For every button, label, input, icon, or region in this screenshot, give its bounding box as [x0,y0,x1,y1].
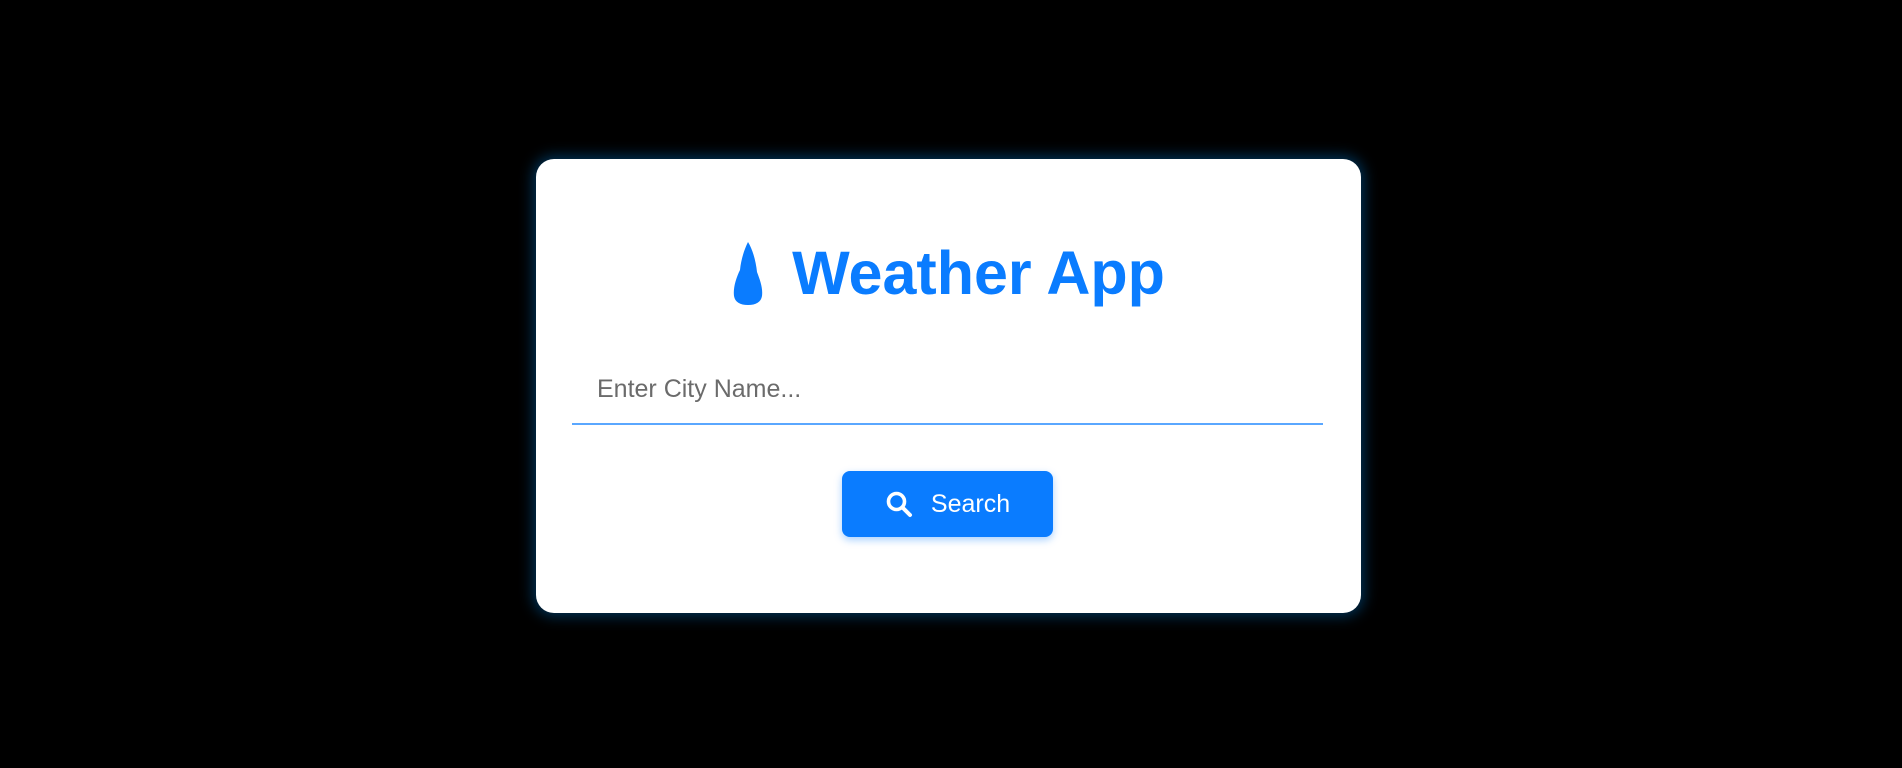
search-icon [886,491,912,517]
water-drop-icon [733,242,763,305]
city-search-input[interactable] [572,355,1323,425]
search-button[interactable]: Search [842,471,1053,537]
search-button-label: Search [930,489,1011,518]
page-background: Weather App Search [0,0,1902,768]
weather-card: Weather App Search [536,159,1361,613]
app-title: Weather App [792,238,1165,307]
title-row: Weather App [536,237,1361,309]
